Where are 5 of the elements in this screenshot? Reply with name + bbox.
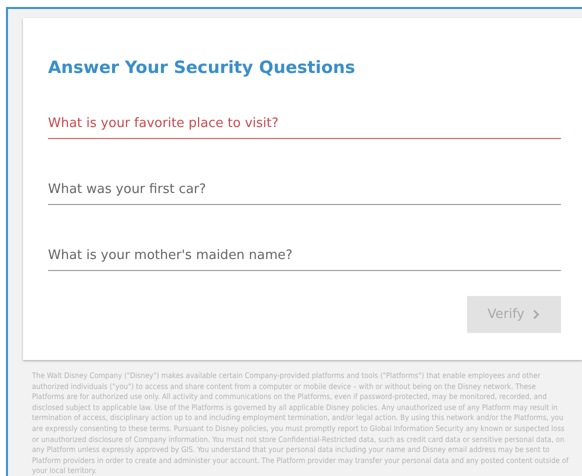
chevron-icon (532, 309, 540, 320)
answer-field[interactable]: What was your first car? (48, 176, 561, 205)
form-title: Answer Your Security Questions (48, 58, 356, 78)
answer-field[interactable]: What is your favorite place to visit? (48, 110, 561, 139)
answer-field[interactable]: What is your mother's maiden name? (48, 242, 561, 271)
